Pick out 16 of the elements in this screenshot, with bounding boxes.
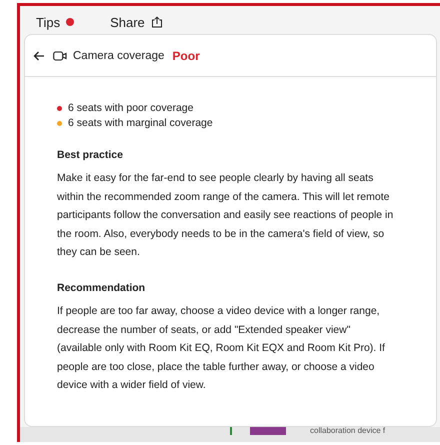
- back-arrow-icon[interactable]: [33, 50, 45, 60]
- photo-placeholder: [250, 427, 286, 435]
- tab[interactable]: Share: [110, 14, 145, 30]
- section-heading: Recommendation: [57, 282, 146, 294]
- tab[interactable]: Tips: [36, 14, 60, 30]
- section-text: Make it easy for the far-end to see people clearly by having all seats within the recommended zoom range of the camera. This will let remote participants follow the conversation and easily see reactions of people in the room. Also, everybody needs to be in the camera's field of view, so they can be seen.: [57, 171, 394, 260]
- coverage-status: Poor: [172, 48, 200, 62]
- panel-title: Camera coverage: [73, 50, 164, 62]
- share-icon[interactable]: [150, 16, 163, 28]
- summary-text: 6 seats with poor coverage: [68, 102, 194, 114]
- summary-text: 6 seats with marginal coverage: [68, 117, 213, 129]
- camera-icon: [53, 50, 67, 60]
- section-text: If people are too far away, choose a video device with a longer range, decrease the number of seats, or add "Extended speaker view" (available only with Room Kit EQ, Room Kit EQX and Room Kit Pro). If people are too close, place the table further away, or choose a video device with a wider field of view.: [57, 304, 386, 394]
- background-text: collaboration device f: [310, 427, 386, 435]
- notification-dot-icon: [66, 18, 74, 26]
- section-heading: Best practice: [57, 149, 124, 161]
